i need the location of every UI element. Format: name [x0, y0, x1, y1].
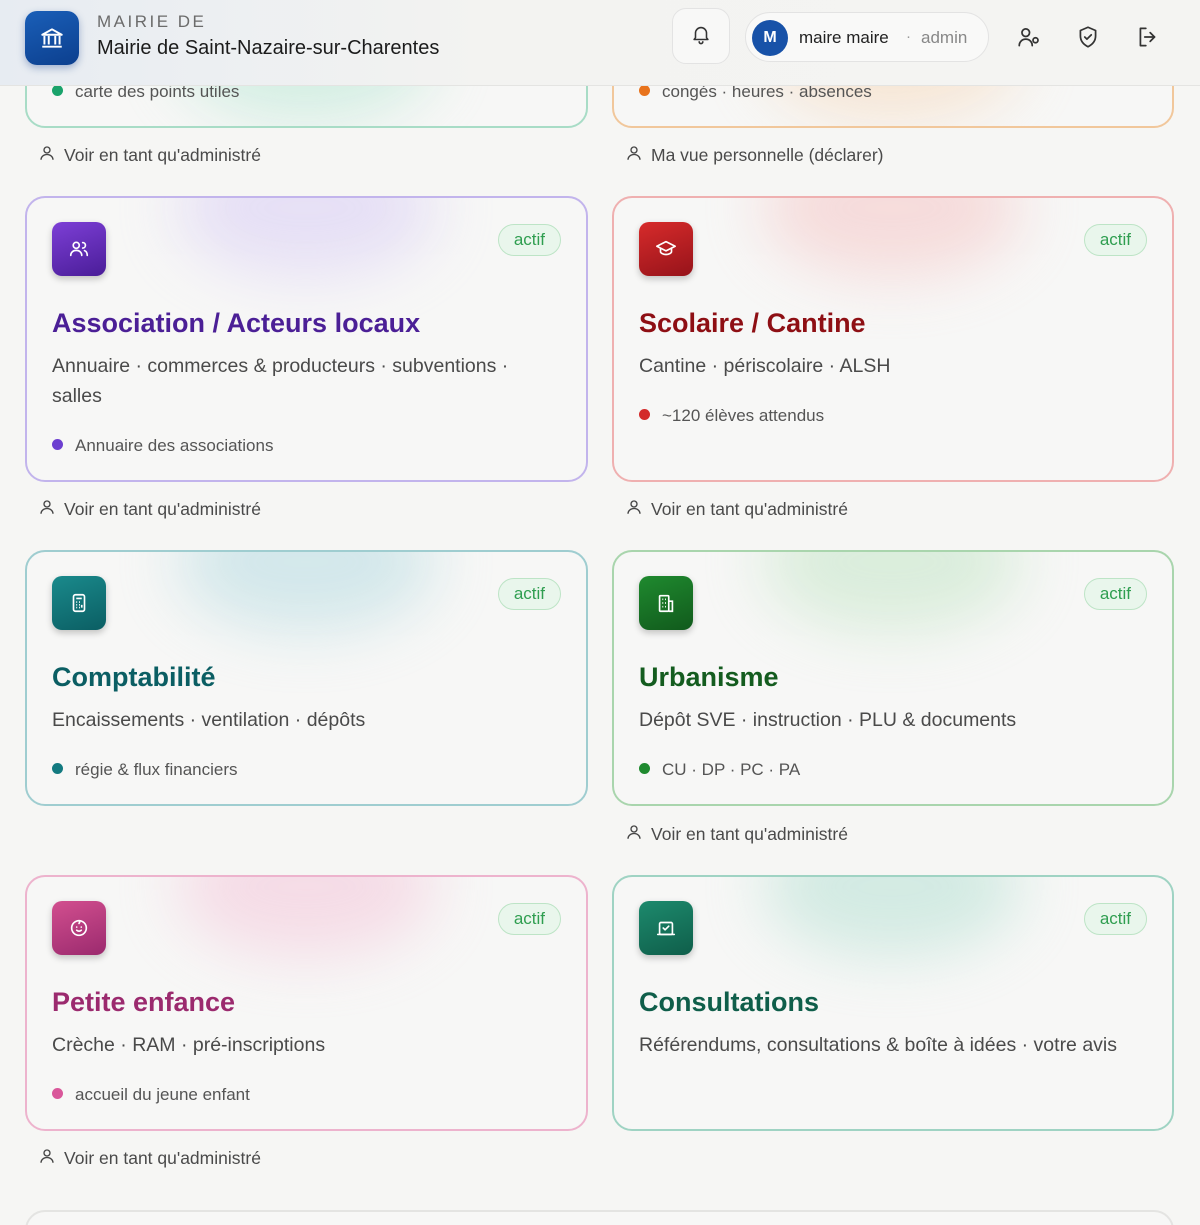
- user-settings-icon[interactable]: [1016, 24, 1042, 50]
- card-description: Encaissements · ventilation · dépôts: [52, 709, 366, 731]
- building-icon: [639, 576, 693, 630]
- view-as-citizen-link[interactable]: Voir en tant qu'administré: [625, 498, 848, 521]
- card-title: Urbanisme: [639, 662, 779, 692]
- status-badge: actif: [1083, 578, 1147, 610]
- shield-check-icon[interactable]: [1075, 24, 1101, 50]
- brand-kicker: MAIRIE DE: [97, 12, 207, 31]
- user-icon: [625, 144, 643, 167]
- status-dot: [52, 1088, 63, 1099]
- card-accounting[interactable]: actif Comptabilité Encaissements · venti…: [25, 550, 588, 806]
- card-title: Comptabilité: [52, 662, 216, 692]
- card-description: Dépôt SVE · instruction · PLU & document…: [639, 709, 1017, 731]
- status-badge: actif: [497, 578, 561, 610]
- users-icon: [52, 222, 106, 276]
- user-icon: [38, 498, 56, 521]
- baby-icon: [52, 901, 106, 955]
- view-as-citizen-link[interactable]: Voir en tant qu'administré: [625, 823, 848, 846]
- brand-name: Mairie de Saint-Nazaire-sur-Charentes: [97, 37, 440, 59]
- user-icon: [625, 823, 643, 846]
- card-description: Crèche · RAM · pré-inscriptions: [52, 1034, 326, 1056]
- card-urban-planning[interactable]: actif Urbanisme Dépôt SVE · instruction …: [612, 550, 1174, 806]
- user-icon: [38, 144, 56, 167]
- status-dot: [639, 763, 650, 774]
- user-name: maire maire: [799, 28, 889, 47]
- card-title: Scolaire / Cantine: [639, 308, 866, 338]
- calculator-icon: [52, 576, 106, 630]
- user-role: admin: [921, 28, 968, 47]
- status-badge: actif: [1083, 903, 1147, 935]
- status-badge: actif: [1083, 224, 1147, 256]
- status-dot: [639, 85, 650, 96]
- view-as-citizen-link[interactable]: Voir en tant qu'administré: [38, 498, 261, 521]
- card-title: Association / Acteurs locaux: [52, 308, 421, 338]
- card-consultations[interactable]: actif Consultations Référendums, consult…: [612, 875, 1174, 1131]
- town-hall-logo-icon[interactable]: [25, 11, 79, 65]
- card-note: ~120 élèves attendus: [639, 406, 824, 426]
- partial-card-next[interactable]: [25, 1210, 1174, 1225]
- status-dot: [52, 439, 63, 450]
- status-dot: [52, 763, 63, 774]
- bell-icon: [690, 23, 712, 50]
- user-menu[interactable]: M maire maire · admin: [745, 12, 989, 62]
- top-header: MAIRIE DE Mairie de Saint-Nazaire-sur-Ch…: [0, 0, 1200, 86]
- card-association[interactable]: actif Association / Acteurs locaux Annua…: [25, 196, 588, 482]
- status-badge: actif: [497, 903, 561, 935]
- user-icon: [625, 498, 643, 521]
- user-separator: ·: [906, 28, 911, 45]
- notifications-button[interactable]: [672, 8, 730, 64]
- card-title: Consultations: [639, 987, 819, 1017]
- card-note: CU · DP · PC · PA: [639, 760, 800, 780]
- graduation-cap-icon: [639, 222, 693, 276]
- card-description: Référendums, consultations & boîte à idé…: [639, 1034, 1117, 1056]
- user-icon: [38, 1147, 56, 1170]
- personal-view-link[interactable]: Ma vue personnelle (déclarer): [625, 144, 883, 167]
- card-description: Annuaire · commerces & producteurs · sub…: [52, 355, 509, 407]
- avatar: M: [752, 20, 788, 56]
- view-as-citizen-link[interactable]: Voir en tant qu'administré: [38, 1147, 261, 1170]
- vote-box-icon: [639, 901, 693, 955]
- card-description: Cantine · périscolaire · ALSH: [639, 355, 891, 377]
- card-note: accueil du jeune enfant: [52, 1085, 250, 1105]
- status-badge: actif: [497, 224, 561, 256]
- logout-icon[interactable]: [1135, 24, 1161, 50]
- card-school-canteen[interactable]: actif Scolaire / Cantine Cantine · péris…: [612, 196, 1174, 482]
- card-title: Petite enfance: [52, 987, 236, 1017]
- card-early-childhood[interactable]: actif Petite enfance Crèche · RAM · pré-…: [25, 875, 588, 1131]
- status-dot: [52, 85, 63, 96]
- status-dot: [639, 409, 650, 420]
- card-note: Annuaire des associations: [52, 436, 273, 456]
- card-note: régie & flux financiers: [52, 760, 238, 780]
- view-as-citizen-link[interactable]: Voir en tant qu'administré: [38, 144, 261, 167]
